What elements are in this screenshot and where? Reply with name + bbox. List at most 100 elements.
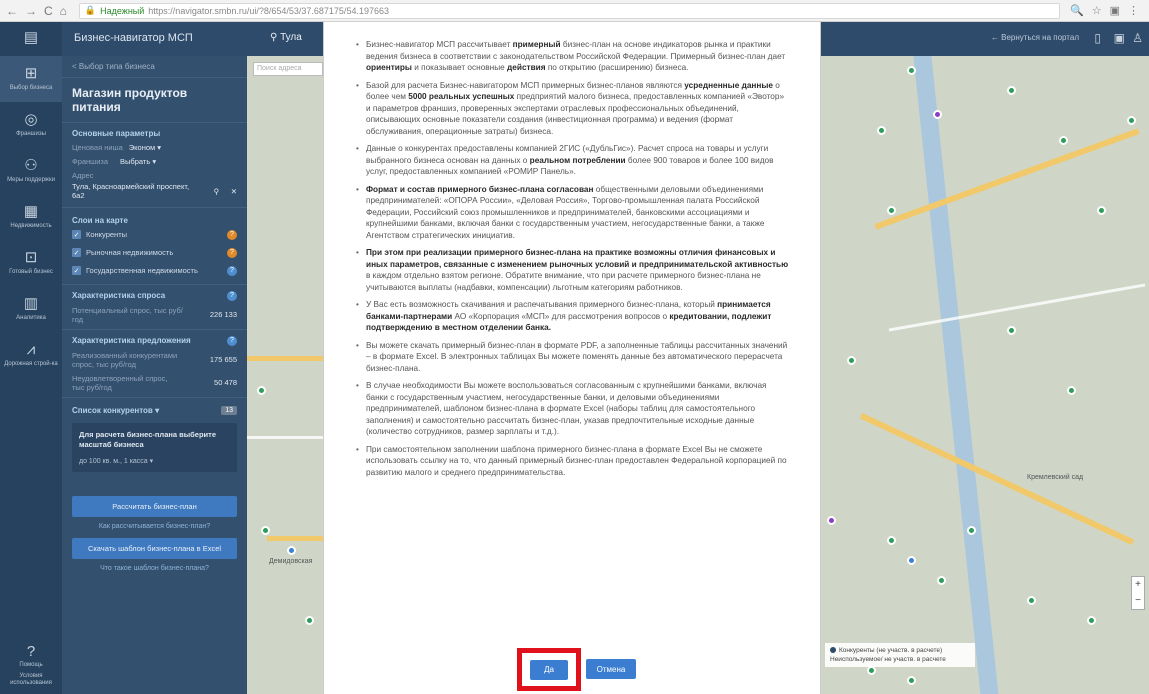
text: В случае необходимости Вы можете восполь…: [366, 381, 767, 436]
info-icon[interactable]: ?: [227, 247, 237, 258]
rail-label: Выбор бизнеса: [9, 84, 53, 91]
address-bar[interactable]: 🔒 Надежный https://navigator.smbn.ru/ui/…: [78, 2, 1061, 19]
competitors-row[interactable]: Список конкурентов ▾ 13: [72, 405, 237, 415]
map-marker[interactable]: [305, 616, 314, 625]
rail-item-business[interactable]: ⊞ Выбор бизнеса: [0, 56, 62, 102]
map-marker[interactable]: [1067, 386, 1076, 395]
franchise-select[interactable]: Выбрать ▾: [120, 157, 156, 166]
cancel-button[interactable]: Отмена: [586, 659, 636, 679]
document-icon[interactable]: ▯: [1094, 31, 1101, 45]
rail-item-franchise[interactable]: ◎ Франшизы: [0, 102, 62, 148]
city-name: Тула: [280, 32, 302, 43]
competitors-list-link[interactable]: Список конкурентов ▾: [72, 406, 159, 415]
reload-icon[interactable]: C: [44, 4, 53, 18]
city-selector[interactable]: ⚲ Тула: [270, 32, 302, 43]
back-arrow-icon[interactable]: ←: [6, 4, 18, 18]
text: При самостоятельном заполнении шаблона п…: [366, 444, 787, 477]
back-to-types-link[interactable]: < Выбор типа бизнеса: [62, 56, 247, 78]
star-icon[interactable]: ☆: [1092, 4, 1102, 17]
text: и показывает основные: [411, 63, 508, 72]
zoom-out-button[interactable]: −: [1132, 593, 1144, 609]
home-icon[interactable]: ⌂: [60, 4, 67, 18]
info-icon[interactable]: ?: [227, 265, 237, 276]
map-marker[interactable]: [887, 206, 896, 215]
map-search-input[interactable]: Поиск адреса: [253, 62, 323, 76]
back-to-portal-link[interactable]: ← Вернуться на портал: [991, 33, 1079, 42]
map-marker[interactable]: [1097, 206, 1106, 215]
info-icon[interactable]: ?: [227, 229, 237, 240]
browser-tools: 🔍 ☆ ▣ ⋮: [1060, 4, 1149, 17]
map-marker[interactable]: [1007, 326, 1016, 335]
address-value[interactable]: Тула, Красноармейский проспект, 6а2: [72, 182, 202, 201]
disclaimer-item: Формат и состав примерного бизнес-плана …: [356, 184, 790, 242]
map-marker[interactable]: [907, 676, 916, 685]
text: Бизнес-навигатор МСП рассчитывает: [366, 40, 513, 49]
rail-label: Аналитика: [16, 314, 46, 321]
map-marker[interactable]: [287, 546, 296, 555]
map-marker[interactable]: [257, 386, 266, 395]
checkbox-checked-icon: ✓: [72, 248, 81, 258]
how-calculated-link[interactable]: Как рассчитывается бизнес-план?: [62, 523, 247, 530]
map-marker[interactable]: [867, 666, 876, 675]
legend-label: Неиспользуемое/ не участв. в расчете: [830, 656, 946, 664]
layer-competitors-checkbox[interactable]: ✓ Конкуренты ?: [72, 229, 237, 240]
map-marker[interactable]: [1007, 86, 1016, 95]
map-marker[interactable]: [1087, 616, 1096, 625]
download-template-button[interactable]: Скачать шаблон бизнес-плана в Excel: [72, 538, 237, 560]
emphasis: реальном потреблении: [529, 155, 626, 165]
rail-item-realty[interactable]: ▦ Недвижимость: [0, 194, 62, 240]
zoom-icon[interactable]: 🔍: [1070, 4, 1084, 17]
user-icon[interactable]: ♙: [1132, 31, 1143, 45]
forward-arrow-icon[interactable]: →: [25, 4, 37, 18]
map-marker[interactable]: [1127, 116, 1136, 125]
map-marker[interactable]: [1059, 136, 1068, 145]
location-pin-icon[interactable]: ⚲: [214, 187, 220, 196]
layer-state-checkbox[interactable]: ✓ Государственная недвижимость ?: [72, 265, 237, 276]
yes-button[interactable]: Да: [530, 659, 568, 680]
disclaimer-list: Бизнес-навигатор МСП рассчитывает пример…: [324, 22, 820, 478]
rail-item-roadmap[interactable]: ⩘ Дорожная строй-ка: [0, 332, 62, 378]
clear-icon[interactable]: ✕: [231, 187, 237, 196]
supply-unmet-label: Неудовлетворенный спрос, тыс руб/год: [72, 373, 168, 392]
street: [888, 283, 1146, 332]
rail-item-support[interactable]: ⚇ Меры поддержки: [0, 148, 62, 194]
map-marker[interactable]: [1027, 596, 1036, 605]
map-marker[interactable]: [827, 516, 836, 525]
building-icon: ▦: [23, 203, 39, 221]
map-marker[interactable]: [261, 526, 270, 535]
rail-item-help[interactable]: ? Помощь Условия использования: [0, 642, 62, 688]
logo-icon: ▤: [23, 28, 39, 46]
map-marker[interactable]: [907, 66, 916, 75]
what-is-template-link[interactable]: Что такое шаблон бизнес-плана?: [62, 565, 247, 572]
map-marker[interactable]: [907, 556, 916, 565]
map-marker[interactable]: [847, 356, 856, 365]
info-icon[interactable]: ?: [227, 335, 237, 346]
map-marker[interactable]: [887, 536, 896, 545]
info-icon[interactable]: ?: [227, 290, 237, 301]
disclaimer-item: У Вас есть возможность скачивания и расп…: [356, 299, 790, 334]
map-marker[interactable]: [933, 110, 942, 119]
calculate-plan-button[interactable]: Рассчитать бизнес-план: [72, 496, 237, 518]
scale-select[interactable]: до 100 кв. м., 1 касса ▾: [79, 457, 230, 465]
road-icon: ⩘: [26, 341, 36, 359]
menu-dots-icon[interactable]: ⋮: [1128, 4, 1139, 17]
emphasis: примерный: [512, 40, 561, 49]
rail-item-ready-business[interactable]: ⊡ Готовый бизнес: [0, 240, 62, 286]
rail-logo[interactable]: ▤: [0, 22, 62, 56]
map-marker[interactable]: [877, 126, 886, 135]
franchise-icon: ◎: [24, 111, 38, 129]
price-niche-select[interactable]: Эконом ▾: [129, 143, 161, 152]
layer-label: Рыночная недвижимость: [86, 248, 174, 258]
map-marker[interactable]: [967, 526, 976, 535]
layer-market-checkbox[interactable]: ✓ Рыночная недвижимость ?: [72, 247, 237, 258]
text: в каждом отдельно взятом регионе. Обрати…: [366, 271, 761, 292]
rail-item-analytics[interactable]: ▥ Аналитика: [0, 286, 62, 332]
map-marker[interactable]: [937, 576, 946, 585]
rail-label: Меры поддержки: [7, 176, 55, 183]
zoom-in-button[interactable]: +: [1132, 577, 1144, 593]
rail-label: Помощь: [19, 662, 43, 669]
extension-icon[interactable]: ▣: [1110, 4, 1120, 17]
demand-row: Потенциальный спрос, тыс руб/год 226 133: [72, 306, 237, 324]
text: по открытию (расширению) бизнеса.: [545, 63, 689, 72]
chat-icon[interactable]: ▣: [1114, 31, 1125, 45]
